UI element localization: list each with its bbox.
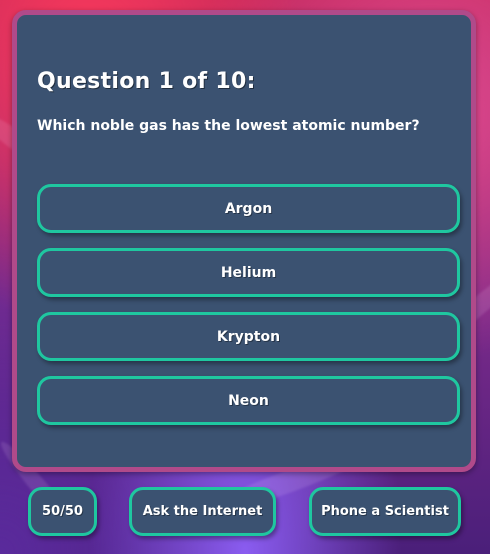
answer-button-krypton[interactable]: Krypton bbox=[37, 312, 460, 361]
answer-button-argon[interactable]: Argon bbox=[37, 184, 460, 233]
ask-internet-button[interactable]: Ask the Internet bbox=[129, 487, 276, 536]
answer-button-neon[interactable]: Neon bbox=[37, 376, 460, 425]
answer-list: Argon Helium Krypton Neon bbox=[37, 184, 460, 440]
fifty-fifty-button[interactable]: 50/50 bbox=[28, 487, 97, 536]
question-card: Question 1 of 10: Which noble gas has th… bbox=[12, 10, 476, 472]
phone-scientist-button[interactable]: Phone a Scientist bbox=[309, 487, 461, 536]
answer-button-helium[interactable]: Helium bbox=[37, 248, 460, 297]
question-text: Which noble gas has the lowest atomic nu… bbox=[37, 118, 420, 134]
question-title: Question 1 of 10: bbox=[37, 69, 256, 94]
